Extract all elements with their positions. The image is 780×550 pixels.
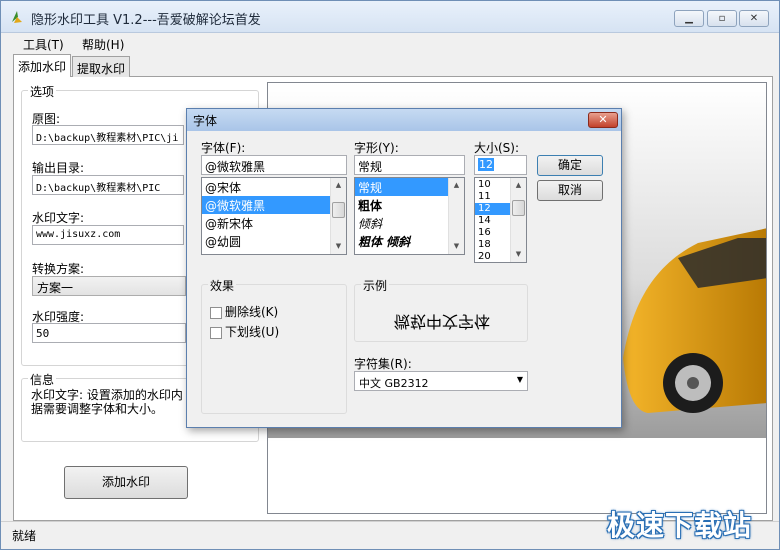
tab-extract-watermark[interactable]: 提取水印 xyxy=(72,56,130,77)
list-item[interactable]: @幼圆 xyxy=(202,232,346,250)
style-label: 字形(Y): xyxy=(354,141,399,155)
scheme-select[interactable]: 方案一 xyxy=(32,276,186,296)
watermark-text-field[interactable]: www.jisuxz.com xyxy=(32,225,184,245)
output-dir-label: 输出目录: xyxy=(32,161,85,175)
minimize-button[interactable]: ▁ xyxy=(674,10,704,27)
site-watermark: 极速下载站 xyxy=(607,509,753,542)
options-group-title: 选项 xyxy=(28,83,57,100)
font-dialog-close-button[interactable]: ✕ xyxy=(588,112,618,128)
output-dir-field[interactable]: D:\backup\教程素材\PIC xyxy=(32,175,184,195)
font-style-input[interactable]: 常规 xyxy=(354,155,465,175)
info-line-1: 水印文字: 设置添加的水印内 xyxy=(31,388,183,402)
font-dialog: 字体 ✕ 字体(F): @微软雅黑 @宋体 @微软雅黑 @新宋体 @幼圆 ▲ ▼… xyxy=(186,108,622,428)
status-text: 就绪 xyxy=(12,529,37,543)
menu-tools[interactable]: 工具(T) xyxy=(23,36,64,53)
app-icon xyxy=(12,11,22,23)
charset-value: 中文 GB2312 xyxy=(359,377,429,390)
underline-label: 下划线(U) xyxy=(225,325,280,339)
ok-button[interactable]: 确定 xyxy=(537,155,603,176)
list-item[interactable]: 10 xyxy=(475,179,510,191)
scheme-label: 转换方案: xyxy=(32,262,85,276)
font-name-input[interactable]: @微软雅黑 xyxy=(201,155,347,175)
dropdown-arrow-icon[interactable]: ▼ xyxy=(517,375,523,384)
main-window: 隐形水印工具 V1.2---吾爱破解论坛首发 ▁ ▫ ✕ 工具(T) 帮助(H)… xyxy=(0,0,780,550)
list-item[interactable]: 16 xyxy=(475,227,510,239)
font-size-value: 12 xyxy=(478,158,494,171)
scroll-down-icon[interactable]: ▼ xyxy=(449,239,464,254)
font-label: 字体(F): xyxy=(201,141,246,155)
list-item[interactable]: 20 xyxy=(475,251,510,262)
list-item[interactable]: 12 xyxy=(475,203,510,215)
title-bar: 隐形水印工具 V1.2---吾爱破解论坛首发 ▁ ▫ ✕ xyxy=(1,1,779,33)
list-item[interactable]: 11 xyxy=(475,191,510,203)
menu-help[interactable]: 帮助(H) xyxy=(82,36,124,53)
font-size-input[interactable]: 12 xyxy=(474,155,527,175)
strikeout-option[interactable]: 删除线(K) xyxy=(210,303,278,320)
font-dialog-title-bar: 字体 ✕ xyxy=(187,109,621,131)
strikeout-label: 删除线(K) xyxy=(225,305,279,319)
window-title: 隐形水印工具 V1.2---吾爱破解论坛首发 xyxy=(31,13,261,28)
scroll-up-icon[interactable]: ▲ xyxy=(331,178,346,193)
add-watermark-button[interactable]: 添加水印 xyxy=(64,466,188,499)
list-item[interactable]: 18 xyxy=(475,239,510,251)
scroll-up-icon[interactable]: ▲ xyxy=(511,178,526,193)
font-list-scrollbar[interactable]: ▲ ▼ xyxy=(330,178,346,254)
sample-preview-text: 微软中文字体 xyxy=(394,312,491,331)
effects-group-title: 效果 xyxy=(208,277,237,294)
font-style-list: 常规 粗体 倾斜 粗体 倾斜 ▲ ▼ xyxy=(354,177,465,255)
font-dialog-title: 字体 xyxy=(193,114,218,128)
underline-checkbox[interactable] xyxy=(210,326,222,339)
scroll-thumb[interactable] xyxy=(512,200,525,216)
charset-label: 字符集(R): xyxy=(354,357,412,371)
scroll-up-icon[interactable]: ▲ xyxy=(449,178,464,193)
list-item[interactable]: @微软雅黑 xyxy=(202,196,346,214)
underline-option[interactable]: 下划线(U) xyxy=(210,323,279,340)
cancel-button[interactable]: 取消 xyxy=(537,180,603,201)
list-item[interactable]: @宋体 xyxy=(202,178,346,196)
list-item[interactable]: 14 xyxy=(475,215,510,227)
strikeout-checkbox[interactable] xyxy=(210,306,222,319)
watermark-text-label: 水印文字: xyxy=(32,211,85,225)
maximize-button[interactable]: ▫ xyxy=(707,10,737,27)
style-list-scrollbar[interactable]: ▲ ▼ xyxy=(448,178,464,254)
scroll-down-icon[interactable]: ▼ xyxy=(331,239,346,254)
size-label: 大小(S): xyxy=(474,141,520,155)
scheme-value: 方案一 xyxy=(37,281,74,295)
scroll-down-icon[interactable]: ▼ xyxy=(511,247,526,262)
scroll-thumb[interactable] xyxy=(332,202,345,218)
info-group-title: 信息 xyxy=(28,371,57,388)
font-dialog-body: 字体(F): @微软雅黑 @宋体 @微软雅黑 @新宋体 @幼圆 ▲ ▼ 字形(Y… xyxy=(187,131,621,427)
size-list-scrollbar[interactable]: ▲ ▼ xyxy=(510,178,526,262)
close-button[interactable]: ✕ xyxy=(739,10,769,27)
font-size-list: 10 11 12 14 16 18 20 ▲ ▼ xyxy=(474,177,527,263)
charset-select[interactable]: 中文 GB2312 ▼ xyxy=(354,371,528,391)
tab-add-watermark[interactable]: 添加水印 xyxy=(13,54,71,77)
menu-bar: 工具(T) 帮助(H) xyxy=(1,33,779,53)
list-item[interactable]: 常规 xyxy=(355,178,448,196)
strength-field[interactable]: 50 xyxy=(32,323,186,343)
info-line-2: 据需要调整字体和大小。 xyxy=(31,402,164,416)
source-path-field[interactable]: D:\backup\教程素材\PIC\ji xyxy=(32,125,184,145)
sample-group-title: 示例 xyxy=(361,277,390,294)
list-item[interactable]: @新宋体 xyxy=(202,214,346,232)
font-name-list: @宋体 @微软雅黑 @新宋体 @幼圆 ▲ ▼ xyxy=(201,177,347,255)
